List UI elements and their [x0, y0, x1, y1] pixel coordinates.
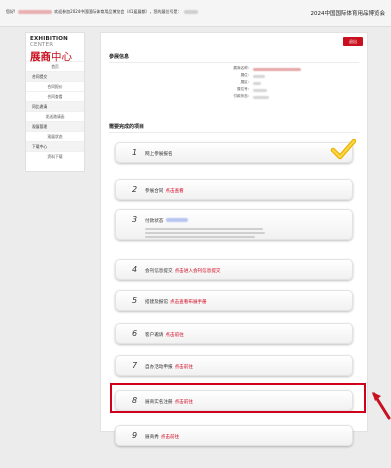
page: { "topbar": { "greet_prefix": "您好!", "gr… — [0, 0, 391, 468]
redacted-status — [166, 218, 189, 222]
task-label: 客户邀请 点击前往 — [145, 332, 184, 338]
highlight-box — [110, 383, 366, 413]
redacted-booth — [183, 10, 198, 14]
redacted-value — [253, 74, 265, 78]
task-action-link[interactable]: 点击查看 — [165, 189, 183, 194]
task-number: 2 — [132, 185, 138, 194]
task-label: 网上参展报名 — [145, 151, 173, 157]
task-action-link[interactable]: 点击进入会刊信息提交 — [175, 269, 221, 274]
logout-button[interactable]: 退出 — [343, 37, 363, 46]
todo-section-title: 需要完成的项目 — [109, 124, 145, 130]
info-section-title: 参展信息 — [109, 54, 130, 60]
info-key: 展商名称: — [233, 66, 249, 70]
divider — [109, 132, 359, 133]
redacted-value — [253, 88, 267, 92]
task-card-1[interactable]: 1 网上参展报名 — [115, 139, 356, 163]
task-number: 3 — [132, 215, 138, 224]
brand-en-2: CENTER — [30, 42, 54, 48]
task-number: 9 — [132, 431, 138, 440]
task-number: 5 — [132, 296, 138, 305]
checkmark-icon — [330, 139, 356, 160]
task-name: 展商秀 — [145, 434, 159, 440]
main-panel: 退出 参展信息 展商名称: 展位: 展区: 展位号: 付款状态: 需要完成的项目… — [100, 32, 368, 446]
sidebar-item[interactable]: 合同报价 — [26, 81, 84, 91]
info-row: 展位: — [209, 73, 329, 80]
top-bar: 您好! 欢迎参加2024中国国际体育用品博览会（41届展都），您的展位号是： 2… — [0, 0, 391, 27]
task-name: 付款状态 — [145, 218, 164, 224]
task-card-5[interactable]: 5 搭建及报馆 点击查看布展手册 — [115, 290, 353, 311]
task-label: 参展合同 点击查看 — [145, 188, 184, 194]
sidebar-item[interactable]: 观展状态 — [26, 131, 84, 141]
sidebar-item[interactable]: 发送邀请函 — [26, 111, 84, 121]
task-action-link[interactable]: 点击前往 — [161, 435, 179, 440]
sidebar-nav: 首页 合同提交 合同报价 合同查看 同比邀请 发送邀请函 观展管理 观展状态 下载中心 资料下载 — [26, 61, 84, 161]
fair-title: 2024中国国际体育用品博览会 — [310, 11, 386, 17]
task-name: 网上参展报名 — [145, 151, 173, 157]
task-action-link[interactable]: 点击前往 — [175, 365, 193, 370]
redacted-company — [17, 10, 52, 14]
task-card-3: 3 付款状态 — [115, 209, 353, 240]
brand-cn: 展商 — [30, 51, 51, 63]
task-card-9[interactable]: 9 展商秀 点击前往 — [115, 425, 353, 446]
info-row: 付款状态: — [209, 94, 329, 101]
task-name: 客户邀请 — [145, 332, 164, 338]
task-card-6[interactable]: 6 客户邀请 点击前往 — [115, 323, 353, 344]
info-key: 付款状态: — [233, 94, 249, 98]
divider — [109, 62, 359, 63]
sidebar-item[interactable]: 观展管理 — [26, 121, 84, 131]
info-table: 展商名称: 展位: 展区: 展位号: 付款状态: — [209, 66, 329, 101]
sidebar-item[interactable]: 合同查看 — [26, 91, 84, 101]
sidebar-item[interactable]: 资料下载 — [26, 151, 84, 161]
task-label: 会刊信息提交 点击进入会刊信息提交 — [145, 268, 221, 274]
info-key: 展位号: — [237, 87, 249, 91]
task-card-7[interactable]: 7 自办活动申报 点击前往 — [115, 355, 353, 376]
task-action-link[interactable]: 点击查看布展手册 — [170, 300, 207, 305]
sidebar-item[interactable]: 下载中心 — [26, 141, 84, 151]
info-key: 展区: — [240, 80, 249, 84]
task-name: 搭建及报馆 — [145, 299, 168, 305]
task-label: 展商秀 点击前往 — [145, 434, 179, 440]
info-row: 展区: — [209, 80, 329, 87]
task-name: 自办活动申报 — [145, 364, 173, 370]
sidebar-item[interactable]: 同比邀请 — [26, 101, 84, 111]
task-number: 1 — [132, 148, 138, 157]
info-key: 展位: — [240, 73, 249, 77]
sidebar-item[interactable]: 合同提交 — [26, 71, 84, 81]
task-label: 付款状态 — [145, 218, 189, 224]
task-name: 会刊信息提交 — [145, 268, 173, 274]
redacted-value — [253, 67, 301, 71]
greeting-prefix: 您好! — [6, 9, 16, 14]
task-number: 4 — [132, 265, 138, 274]
task-label: 搭建及报馆 点击查看布展手册 — [145, 299, 207, 305]
greeting-message: 欢迎参加2024中国国际体育用品博览会（41届展都），您的展位号是： — [54, 9, 182, 14]
task-name: 参展合同 — [145, 188, 164, 194]
info-row: 展位号: — [209, 87, 329, 94]
task-number: 6 — [132, 329, 138, 338]
redacted-value — [253, 95, 269, 99]
greeting: 您好! 欢迎参加2024中国国际体育用品博览会（41届展都），您的展位号是： — [6, 9, 199, 15]
info-row: 展商名称: — [209, 66, 329, 73]
task-label: 自办活动申报 点击前往 — [145, 364, 193, 370]
task-card-2[interactable]: 2 参展合同 点击查看 — [115, 179, 353, 200]
arrow-icon — [372, 392, 391, 420]
payment-note — [145, 228, 265, 239]
task-card-4[interactable]: 4 会刊信息提交 点击进入会刊信息提交 — [115, 259, 353, 280]
sidebar: EXHIBITION CENTER 展商中心 首页 合同提交 合同报价 合同查看 同比邀… — [25, 32, 85, 172]
task-action-link[interactable]: 点击前往 — [165, 333, 183, 338]
brand-logo: EXHIBITION CENTER 展商中心 — [26, 33, 84, 63]
redacted-value — [253, 81, 261, 85]
task-number: 7 — [132, 361, 138, 370]
